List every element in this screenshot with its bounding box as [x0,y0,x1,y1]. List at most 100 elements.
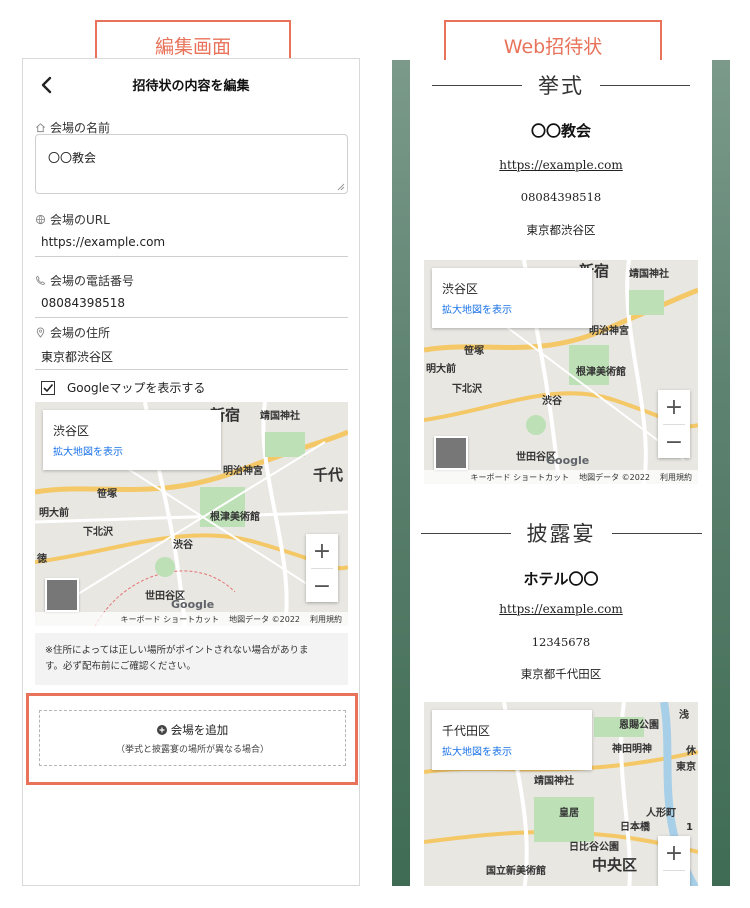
map-info-card: 渋谷区 拡大地図を表示 [43,410,221,470]
map-label-chuo: 中央区 [592,856,638,874]
zoom-out-button[interactable]: − [658,425,690,459]
ceremony-map[interactable]: 新宿 靖国神社 明治神宮 笹塚 根津美術館 明大前 下北沢 渋谷 世田谷区 渋谷… [424,260,698,484]
map-label-yasukuni: 靖国神社 [260,411,300,422]
keyboard-shortcuts-link[interactable]: キーボード ショートカット [121,614,220,625]
ceremony-venue-address: 東京都渋谷区 [526,223,596,237]
zoom-controls: + − [658,390,690,458]
invitation-paper: 挙式 〇〇教会 https://example.com 08084398518 … [410,60,712,886]
zoom-controls: + − [306,534,338,602]
web-invitation-callout-text: Web招待状 [503,35,603,58]
terms-link[interactable]: 利用規約 [660,472,692,483]
reception-venue-url[interactable]: https://example.com [410,602,712,616]
web-invitation-panel: 挙式 〇〇教会 https://example.com 08084398518 … [392,60,730,886]
reception-venue-phone: 12345678 [531,635,591,649]
map-label-shibuya: 渋谷 [542,396,562,407]
map-label-kokyo: 皇居 [559,808,579,819]
heading-rule-left [420,532,511,534]
venue-phone-input[interactable]: 08084398518 [35,290,348,318]
map-label-nezu: 根津美術館 [576,367,626,378]
zoom-out-button[interactable]: − [658,871,690,887]
map-label-shimokitazawa: 下北沢 [452,384,482,395]
ceremony-venue-name: 〇〇教会 [530,122,591,140]
google-logo: Google [546,454,590,467]
venue-address-label: 会場の住所 [50,326,111,340]
map-place-name: 千代田区 [442,724,491,738]
terms-link[interactable]: 利用規約 [310,614,342,625]
notice-line-2: す。必ず配布前にご確認ください。 [45,661,196,672]
add-venue-sub: （挙式と披露宴の場所が異なる場合） [115,744,269,755]
venue-url-label: 会場のURL [50,213,110,227]
ceremony-heading: 挙式 [410,70,712,100]
zoom-controls: + − [658,836,690,886]
map-label-toku: 徳 [37,554,47,565]
map-label-hibiya: 日比谷公園 [569,842,619,853]
map-label-kanda: 神田明神 [612,744,652,755]
map-label-onshi: 恩賜公園 [619,720,659,731]
map-label-ningyocho: 人形町 [646,808,676,819]
reception-map[interactable]: 恩賜公園 浅 東京 神田明神 靖国神社 皇居 人形町 日本橋 日比谷公園 中央区… [424,702,698,886]
phone-icon [35,275,46,286]
checkbox-checked-icon[interactable] [41,380,55,395]
map-label-sasazuka: 笹塚 [97,489,117,500]
map-label-asa: 浅 [679,710,689,721]
map-label-sasazuka: 笹塚 [464,346,484,357]
reception-venue-name: ホテル〇〇 [523,570,599,588]
map-footer: キーボード ショートカット 地図データ ©2022 利用規約 [35,612,348,626]
map-label-yasukuni: 靖国神社 [534,776,574,787]
map-label-nihonbashi: 日本橋 [620,822,650,833]
map-label-meidaimae: 明大前 [39,508,69,519]
map-footer: キーボード ショートカット 地図データ ©2022 利用規約 [424,470,698,484]
satellite-toggle[interactable] [45,578,79,612]
ceremony-venue-url[interactable]: https://example.com [410,158,712,172]
globe-icon [35,214,46,225]
map-label-meidaimae: 明大前 [426,364,456,375]
zoom-in-button[interactable]: + [658,836,690,870]
map-label-chiyoda: 千代 [313,466,344,484]
google-logo: Google [171,598,215,611]
notice-line-1: ※住所によっては正しい場所がポイントされない場合がありま [45,645,309,656]
home-icon [36,123,45,133]
page-title: 招待状の内容を編集 [132,79,250,94]
venue-name-field[interactable]: 〇〇教会 [35,134,348,194]
venue-url-input[interactable]: https://example.com [35,229,348,257]
reception-heading: 披露宴 [410,518,712,548]
location-pin-icon [36,327,45,338]
map-label-yasukuni: 靖国神社 [629,269,669,280]
editor-header: 招待状の内容を編集 [23,59,359,109]
ceremony-venue-phone: 08084398518 [520,190,602,204]
map-label-one: 1 [686,822,693,833]
map-info-card: 千代田区 拡大地図を表示 [432,710,592,770]
zoom-in-button[interactable]: + [658,390,690,424]
zoom-in-button[interactable]: + [306,534,338,568]
venue-phone-label: 会場の電話番号 [50,274,135,288]
map-label-kokuritsu: 国立新美術館 [486,866,546,877]
show-map-checkbox[interactable]: Googleマップを表示する [41,379,205,396]
map-shibuya[interactable]: 新宿 靖国神社 千代 明治神宮 笹塚 根津美術館 明大前 下北沢 渋谷 世田谷区… [35,402,348,626]
map-data-credit: 地図データ ©2022 [579,472,650,482]
editor-panel: 招待状の内容を編集 会場の名前 〇〇教会 会場のURL https://exam… [22,58,360,886]
map-place-name: 渋谷区 [53,424,90,438]
map-data-credit: 地図データ ©2022 [229,614,300,624]
map-label-kyu: 休 [686,746,696,757]
venue-address-label-row: 会場の住所 [35,324,110,341]
map-label-meiji: 明治神宮 [589,326,629,337]
zoom-out-button[interactable]: − [306,569,338,603]
add-venue-button[interactable]: 会場を追加 （挙式と披露宴の場所が異なる場合） [39,710,346,766]
enlarge-map-link[interactable]: 拡大地図を表示 [442,301,582,316]
add-venue-highlight: 会場を追加 （挙式と披露宴の場所が異なる場合） [26,693,358,785]
keyboard-shortcuts-link[interactable]: キーボード ショートカット [471,472,570,483]
enlarge-map-link[interactable]: 拡大地図を表示 [442,743,582,758]
resize-grip-icon[interactable] [337,183,345,191]
satellite-toggle[interactable] [434,436,468,470]
add-venue-main: 会場を追加 [156,722,229,738]
add-venue-label: 会場を追加 [170,722,229,737]
enlarge-map-link[interactable]: 拡大地図を表示 [53,443,211,458]
venue-address-input[interactable]: 東京都渋谷区 [35,342,348,370]
map-place-name: 渋谷区 [442,282,479,296]
plus-circle-icon [156,724,167,735]
map-info-card: 渋谷区 拡大地図を表示 [432,268,592,328]
address-notice: ※住所によっては正しい場所がポイントされない場合がありま す。必ず配布前にご確認… [35,633,348,685]
reception-title: 披露宴 [526,522,596,546]
show-map-label: Googleマップを表示する [67,381,206,395]
reception-venue-address: 東京都千代田区 [520,667,602,681]
